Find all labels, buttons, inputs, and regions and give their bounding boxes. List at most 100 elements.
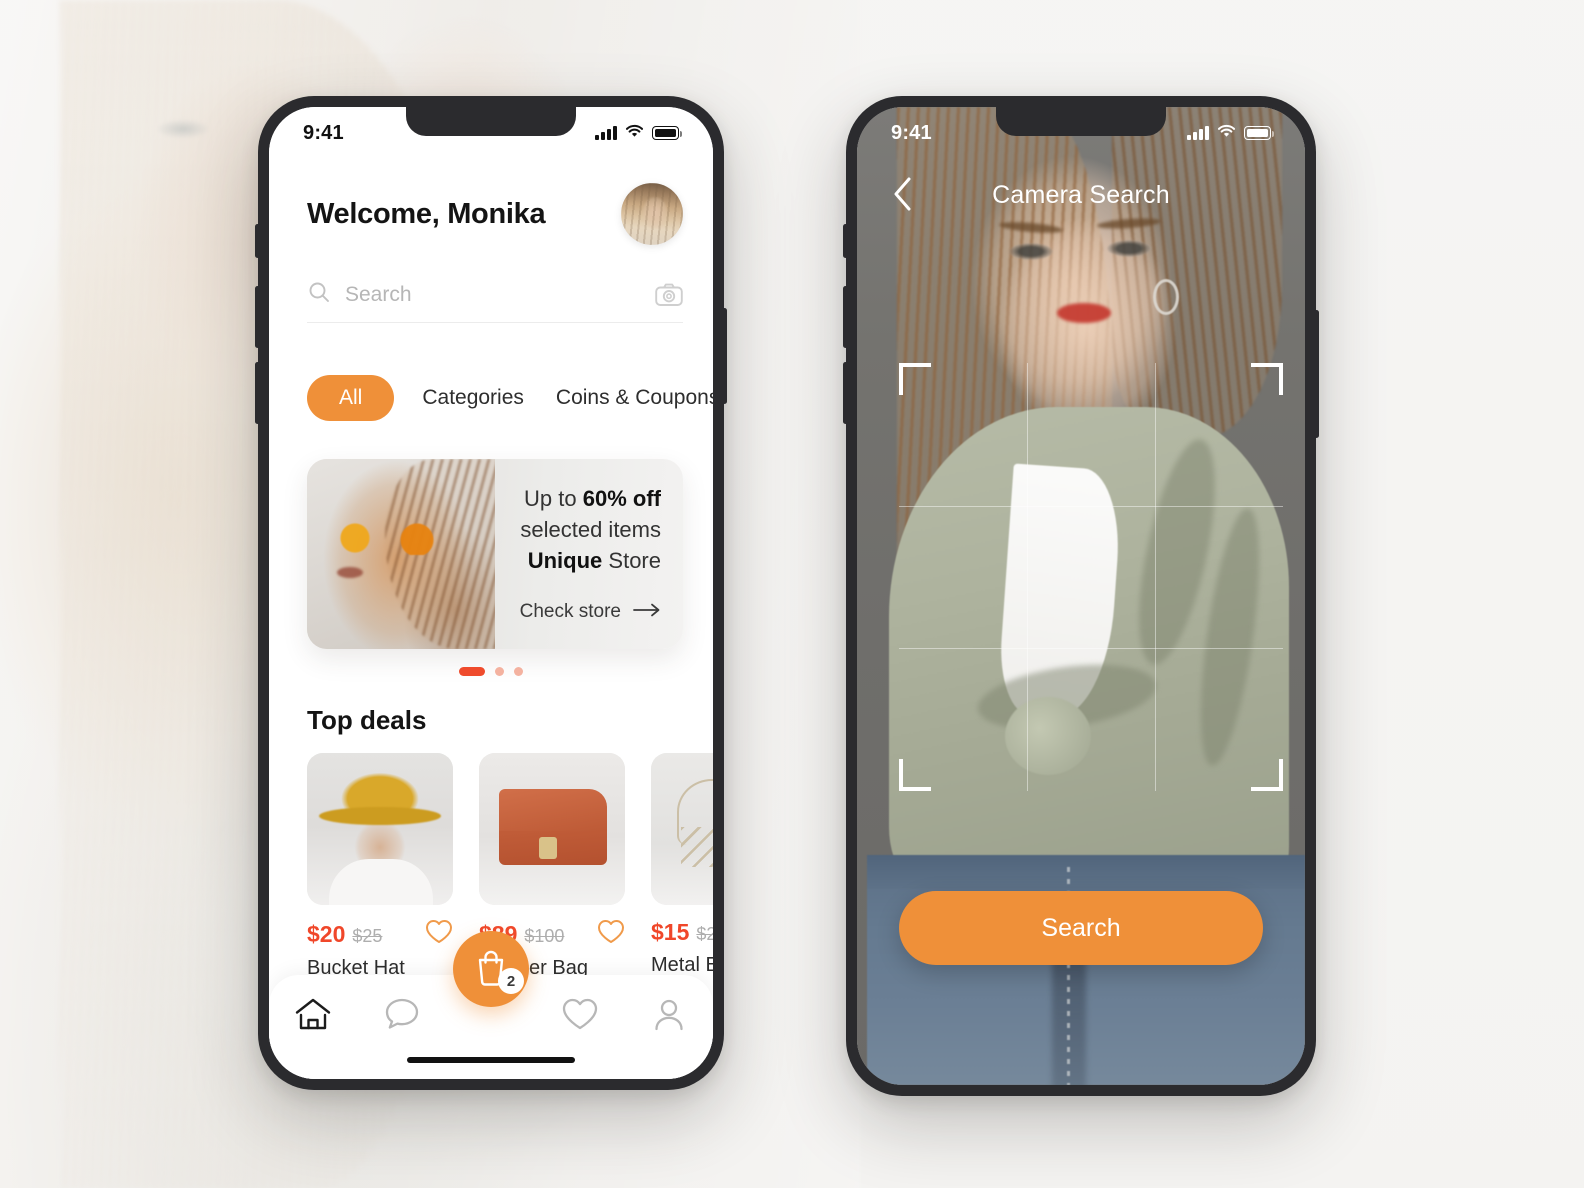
product-old-price: $25: [352, 925, 383, 946]
product-image: [307, 753, 453, 905]
status-bar-icons: [595, 124, 682, 143]
promo-line-1: Up to 60% off: [524, 483, 661, 514]
tab-chat[interactable]: [358, 997, 447, 1036]
avatar[interactable]: [621, 183, 683, 245]
camera-photo-lips: [1057, 303, 1111, 323]
viewfinder-grid: [899, 363, 1283, 791]
promo-banner[interactable]: Up to 60% off selected items Unique Stor…: [307, 459, 683, 649]
tab-coins-coupons[interactable]: Coins & Coupons: [552, 375, 713, 421]
search-icon: [307, 280, 331, 309]
promo-line-3-strong: Unique: [527, 548, 603, 574]
grid-line-v-1: [1026, 363, 1029, 791]
viewfinder-corner-bottom-left: [899, 759, 931, 791]
cart-badge: 2: [498, 968, 524, 994]
camera-icon[interactable]: [655, 283, 683, 307]
viewfinder-corner-top-left: [899, 363, 931, 395]
carousel-dots: [269, 667, 713, 676]
status-bar-icons: [1187, 124, 1274, 143]
cart-button[interactable]: 2: [453, 931, 529, 1007]
silent-switch[interactable]: [255, 224, 260, 258]
avatar-photo-hair: [621, 183, 683, 245]
profile-icon: [652, 997, 686, 1036]
camera-photo-eye-right: [1107, 240, 1151, 257]
search-input[interactable]: Search: [345, 283, 641, 307]
tab-categories[interactable]: Categories: [418, 375, 528, 421]
grid-line-v-2: [1154, 363, 1156, 791]
camera-screen-title: Camera Search: [992, 180, 1170, 209]
bucket-hat-turtleneck: [329, 859, 433, 905]
tab-all[interactable]: All: [307, 375, 395, 421]
chat-icon: [384, 997, 420, 1036]
camera-photo-eye-left: [1009, 243, 1053, 260]
camera-photo-waistband: [867, 855, 1305, 889]
battery-icon: [1244, 126, 1274, 140]
promo-photo-sunglasses: [329, 521, 449, 555]
product-prices: $15 $20: [651, 919, 713, 946]
phone-mockup-camera: 9:41 Camera Search Search: [843, 96, 1319, 1096]
carousel-dot-2[interactable]: [495, 667, 504, 676]
welcome-row: Welcome, Monika: [307, 183, 683, 245]
promo-line-3: Unique Store: [528, 545, 661, 576]
product-name: Metal Ear: [651, 954, 713, 976]
tab-home[interactable]: [269, 997, 358, 1036]
camera-nav-bar: Camera Search: [857, 165, 1305, 225]
carousel-dot-1[interactable]: [459, 667, 485, 676]
promo-line-1-strong: 60% off: [582, 486, 661, 511]
back-button[interactable]: [887, 171, 919, 220]
silent-switch[interactable]: [843, 224, 848, 258]
tab-profile[interactable]: [624, 997, 713, 1036]
section-title-top-deals: Top deals: [307, 705, 427, 735]
wifi-icon: [625, 124, 644, 143]
home-indicator: [407, 1057, 575, 1063]
home-indicator: [997, 1063, 1165, 1069]
camera-photo-earring: [1153, 279, 1179, 315]
promo-line-2: selected items: [520, 517, 661, 543]
product-old-price: $100: [524, 925, 565, 946]
heart-icon[interactable]: [425, 919, 453, 949]
chevron-left-icon: [893, 177, 913, 214]
status-bar-time: 9:41: [891, 121, 932, 144]
tab-favorites[interactable]: [535, 997, 624, 1036]
battery-icon: [652, 126, 682, 140]
product-old-price: $20: [696, 924, 713, 944]
volume-down-button[interactable]: [843, 362, 848, 424]
grid-line-h-1: [899, 505, 1283, 507]
promo-photo-lips: [337, 567, 363, 578]
background-image: [0, 0, 1584, 1188]
phone-mockup-home: 9:41 Welcome, Monika Search All Categori…: [255, 96, 727, 1090]
camera-search-button[interactable]: Search: [899, 891, 1263, 965]
promo-banner-text: Up to 60% off selected items Unique Stor…: [495, 459, 683, 649]
product-card[interactable]: $20 $25 Bucket Hat: [307, 753, 453, 980]
leather-bag-flap: [499, 789, 607, 831]
product-price-row: $20 $25: [307, 919, 453, 949]
wifi-icon: [1217, 124, 1236, 143]
search-bar[interactable]: Search: [307, 267, 683, 323]
heart-icon[interactable]: [597, 919, 625, 949]
viewfinder-corner-bottom-right: [1251, 759, 1283, 791]
heart-icon: [561, 997, 599, 1036]
volume-up-button[interactable]: [843, 286, 848, 348]
background-overlay-veil: [0, 0, 1584, 1188]
check-store-label: Check store: [519, 601, 621, 622]
home-screen: 9:41 Welcome, Monika Search All Categori…: [269, 107, 713, 1079]
volume-down-button[interactable]: [255, 362, 260, 424]
product-price-row: $15 $20: [651, 919, 713, 946]
earring-zigzag-1: [681, 827, 713, 867]
status-bar-time: 9:41: [303, 121, 344, 144]
carousel-dot-3[interactable]: [514, 667, 523, 676]
volume-up-button[interactable]: [255, 286, 260, 348]
product-card[interactable]: $15 $20 Metal Ear: [651, 753, 713, 980]
product-prices: $20 $25: [307, 921, 382, 948]
power-button[interactable]: [722, 308, 727, 404]
check-store-button[interactable]: Check store: [520, 601, 661, 623]
grid-line-h-2: [899, 648, 1283, 650]
promo-line-3-suffix: Store: [602, 548, 661, 574]
signal-bars-icon: [595, 125, 617, 140]
bucket-hat-brim: [319, 807, 441, 825]
power-button[interactable]: [1314, 310, 1319, 438]
product-image: [479, 753, 625, 905]
leather-bag-photo: [479, 753, 625, 905]
phone-notch: [996, 107, 1166, 136]
viewfinder-frame[interactable]: [899, 363, 1283, 791]
home-icon: [294, 997, 332, 1036]
